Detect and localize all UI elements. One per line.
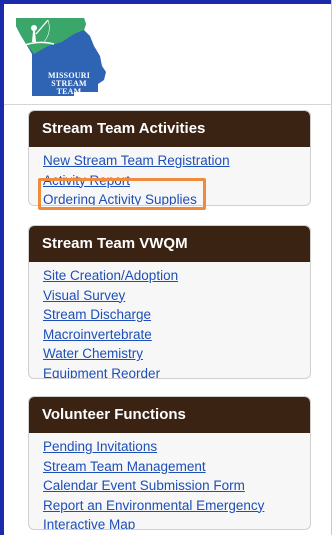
activity-report-link[interactable]: Activity Report	[43, 171, 310, 191]
panel-title: Volunteer Functions	[29, 397, 310, 433]
visual-survey-link[interactable]: Visual Survey	[43, 286, 310, 306]
calendar-event-submission-form-link[interactable]: Calendar Event Submission Form	[43, 476, 310, 496]
missouri-stream-team-logo[interactable]: MISSOURI STREAM TEAM	[14, 14, 110, 100]
panel-link-list: Site Creation/Adoption Visual Survey Str…	[29, 262, 310, 379]
site-creation-adoption-link[interactable]: Site Creation/Adoption	[43, 266, 310, 286]
panel-title: Stream Team Activities	[29, 111, 310, 147]
equipment-reorder-link[interactable]: Equipment Reorder	[43, 364, 310, 379]
left-border	[0, 0, 4, 535]
report-environmental-emergency-link[interactable]: Report an Environmental Emergency	[43, 496, 310, 516]
top-border	[0, 0, 332, 4]
pending-invitations-link[interactable]: Pending Invitations	[43, 437, 310, 457]
ordering-activity-supplies-link[interactable]: Ordering Activity Supplies	[43, 190, 310, 205]
panel-link-list: Pending Invitations Stream Team Manageme…	[29, 433, 310, 529]
panel-title: Stream Team VWQM	[29, 226, 310, 262]
interactive-map-link[interactable]: Interactive Map	[43, 515, 310, 529]
stream-team-vwqm-panel: Stream Team VWQM Site Creation/Adoption …	[28, 225, 311, 379]
water-chemistry-link[interactable]: Water Chemistry	[43, 344, 310, 364]
macroinvertebrate-link[interactable]: Macroinvertebrate	[43, 325, 310, 345]
volunteer-functions-panel: Volunteer Functions Pending Invitations …	[28, 396, 311, 530]
stream-team-activities-panel: Stream Team Activities New Stream Team R…	[28, 110, 311, 206]
logo-line-3: TEAM	[56, 87, 82, 96]
stream-discharge-link[interactable]: Stream Discharge	[43, 305, 310, 325]
panel-link-list: New Stream Team Registration Activity Re…	[29, 147, 310, 205]
header-separator	[4, 104, 332, 105]
stream-team-management-link[interactable]: Stream Team Management	[43, 457, 310, 477]
new-stream-team-registration-link[interactable]: New Stream Team Registration	[43, 151, 310, 171]
